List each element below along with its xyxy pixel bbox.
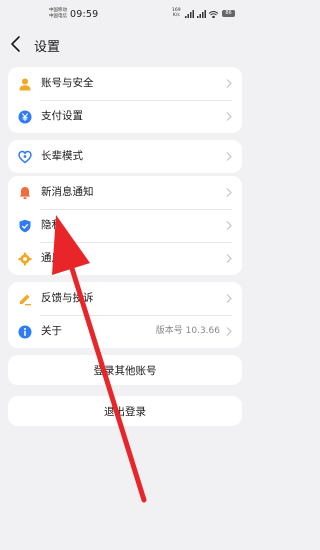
settings-item-feedback[interactable]: 反馈与投诉 [8,282,242,315]
chevron-right-icon [226,327,232,336]
settings-item-label: 反馈与投诉 [41,292,94,304]
gear-icon [17,251,32,266]
settings-item-label: 新消息通知 [41,186,94,198]
login-other-account-button[interactable]: 登录其他账号 [8,355,242,385]
chevron-right-icon [226,152,232,161]
bell-icon [17,185,32,200]
signal-icon [185,10,194,18]
status-bar: 中国移动 中国电信 09:59 169 K/s 86 [0,0,250,26]
logout-label: 退出登录 [104,405,146,418]
settings-item-about[interactable]: 关于 版本号 10.3.66 [8,315,242,348]
settings-group-general: 新消息通知 隐私 通用 [8,176,242,275]
battery-icon: 86 [222,10,235,17]
heart-icon [17,149,32,164]
carrier-info: 中国移动 中国电信 [49,8,67,20]
chevron-right-icon [226,79,232,88]
wifi-icon [208,11,219,19]
chevron-right-icon [226,221,232,230]
settings-item-elder-mode[interactable]: 长辈模式 [8,140,242,173]
settings-item-account-security[interactable]: 账号与安全 [8,67,242,100]
network-speed-unit: K/s [172,13,180,18]
settings-group-elder: 长辈模式 [8,140,242,173]
system-icons [185,10,219,20]
settings-item-label: 长辈模式 [41,150,83,162]
person-icon [17,76,32,91]
settings-item-label: 通用 [41,252,62,264]
settings-group-account: 账号与安全 支付设置 [8,67,242,133]
settings-item-privacy[interactable]: 隐私 [8,209,242,242]
back-button[interactable] [8,34,26,54]
yuan-icon [17,109,32,124]
chevron-right-icon [226,294,232,303]
chevron-left-icon [11,36,20,52]
chevron-right-icon [226,254,232,263]
edit-icon [17,291,32,306]
network-speed: 169 K/s [172,8,181,18]
carrier-2: 中国电信 [49,14,67,19]
status-time: 09:59 [70,9,99,20]
settings-item-payment[interactable]: 支付设置 [8,100,242,133]
settings-item-general[interactable]: 通用 [8,242,242,275]
login-other-account-label: 登录其他账号 [93,364,157,377]
chevron-right-icon [226,112,232,121]
settings-item-label: 账号与安全 [41,77,94,89]
logout-button[interactable]: 退出登录 [8,396,242,426]
settings-item-notifications[interactable]: 新消息通知 [8,176,242,209]
settings-item-label: 隐私 [41,219,62,231]
page-title: 设置 [34,40,61,55]
settings-item-label: 关于 [41,325,62,337]
version-number: 版本号 10.3.66 [155,326,220,336]
shield-icon [17,218,32,233]
chevron-right-icon [226,188,232,197]
nav-header: 设置 [0,30,250,58]
info-icon [17,324,32,339]
signal-icon-2 [197,10,206,18]
settings-item-label: 支付设置 [41,110,83,122]
settings-group-about: 反馈与投诉 关于 版本号 10.3.66 [8,282,242,348]
